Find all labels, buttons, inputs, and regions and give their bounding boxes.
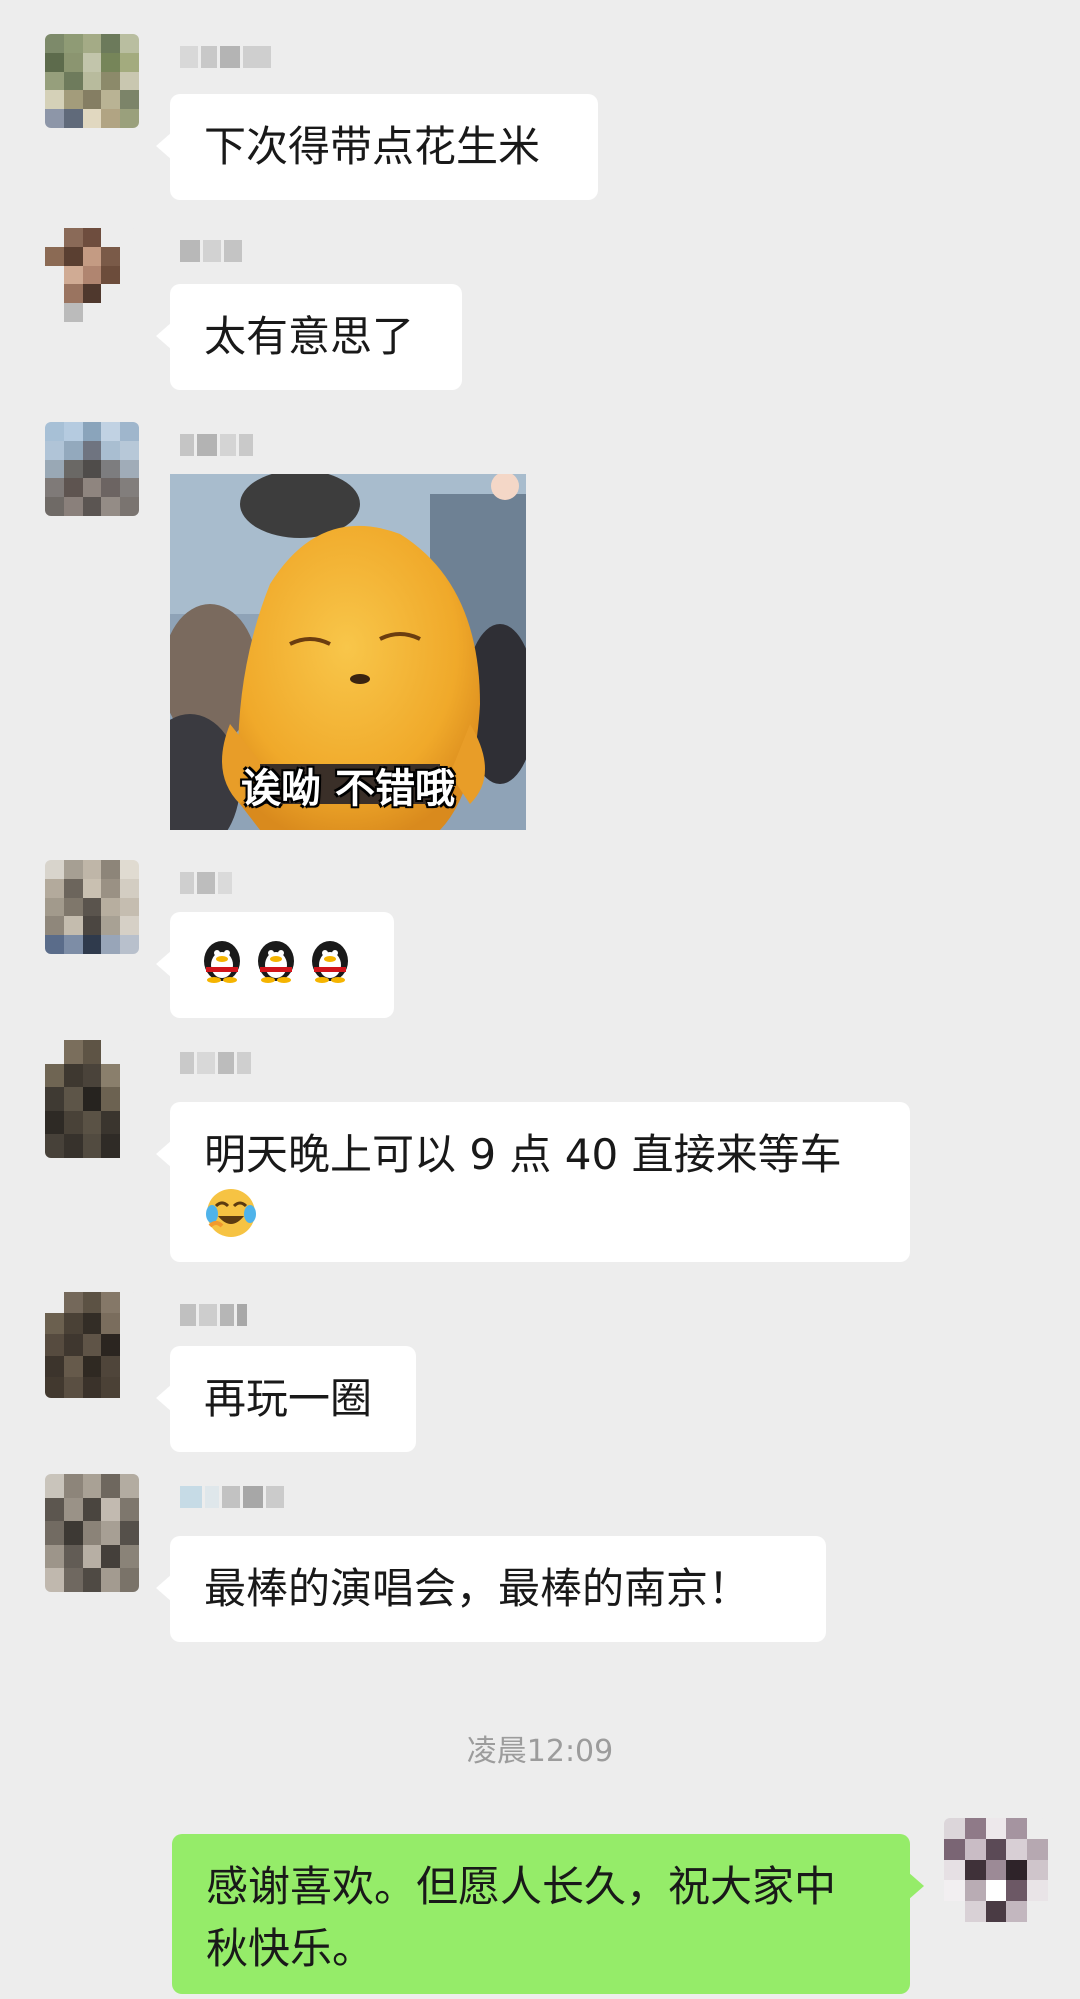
timestamp: 凌晨12:09 <box>466 1734 614 1769</box>
own-avatar[interactable] <box>944 1818 1048 1922</box>
message-bubble[interactable]: 下次得带点花生米 <box>156 94 598 200</box>
message-text: 太有意思了 <box>204 312 415 361</box>
laughing-crying-emoji-icon <box>204 1186 258 1257</box>
message-text: 最棒的演唱会，最棒的南京！ <box>204 1564 751 1613</box>
sender-name-blurred <box>180 1486 284 1508</box>
penguin-icon <box>200 935 244 1000</box>
own-message-bubble[interactable]: 感谢喜欢。但愿人长久，祝大家中 秋快乐。 <box>172 1834 924 1994</box>
avatar[interactable] <box>45 422 139 516</box>
sender-name-blurred <box>180 434 253 456</box>
message-bubble[interactable]: 明天晚上可以 9 点 40 直接来等车 <box>156 1102 910 1262</box>
penguin-icon <box>308 935 352 1000</box>
sender-name-blurred <box>180 1304 247 1326</box>
message-bubble[interactable]: 最棒的演唱会，最棒的南京！ <box>156 1536 826 1642</box>
message-text: 明天晚上可以 9 点 40 直接来等车 <box>204 1130 842 1179</box>
message-bubble[interactable]: 太有意思了 <box>156 284 462 390</box>
avatar[interactable] <box>45 34 139 128</box>
avatar[interactable] <box>45 1040 139 1158</box>
message-text: 秋快乐。 <box>206 1924 375 1973</box>
avatar[interactable] <box>45 860 139 954</box>
sender-name-blurred <box>180 872 232 894</box>
message-text: 再玩一圈 <box>204 1374 373 1423</box>
avatar[interactable] <box>45 1474 139 1592</box>
message-text: 下次得带点花生米 <box>204 122 541 171</box>
penguin-icon <box>254 935 298 1000</box>
sticker-image[interactable]: 诶呦 不错哦 <box>170 474 526 830</box>
avatar[interactable] <box>45 228 139 322</box>
avatar[interactable] <box>45 1292 139 1398</box>
sender-name-blurred <box>180 1052 251 1074</box>
message-bubble[interactable] <box>156 912 394 1018</box>
message-text: 感谢喜欢。但愿人长久，祝大家中 <box>206 1862 837 1911</box>
sender-name-blurred <box>180 46 271 68</box>
message-bubble[interactable]: 再玩一圈 <box>156 1346 416 1452</box>
sender-name-blurred <box>180 240 242 262</box>
sticker-caption: 诶呦 不错哦 <box>241 766 455 812</box>
